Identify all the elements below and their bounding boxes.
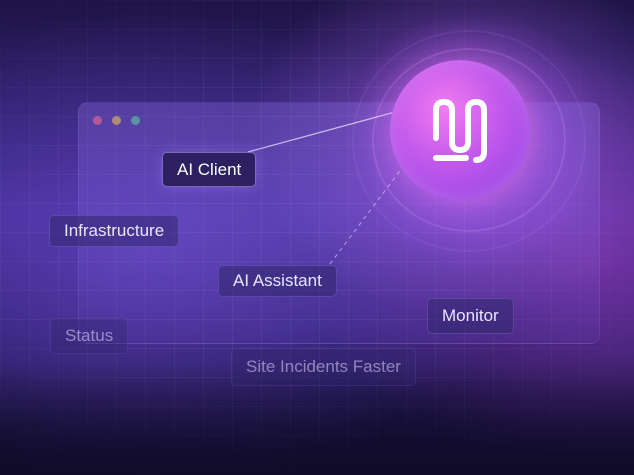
stacked-wave-logo-icon	[433, 99, 487, 163]
logo-badge	[390, 60, 530, 200]
tag-ai-assistant-label: AI Assistant	[233, 271, 322, 290]
tag-infrastructure-label: Infrastructure	[64, 221, 165, 240]
tag-ai-client[interactable]: AI Client	[162, 152, 257, 187]
tag-ai-client-label: AI Client	[177, 160, 242, 179]
tag-status-label: Status	[65, 326, 114, 345]
tag-infrastructure[interactable]: Infrastructure	[49, 215, 180, 247]
tag-monitor[interactable]: Monitor	[427, 298, 514, 334]
bottom-fade	[0, 365, 634, 475]
tag-monitor-label: Monitor	[442, 306, 499, 325]
tag-ai-assistant[interactable]: AI Assistant	[218, 265, 337, 297]
connector-ai-client	[247, 111, 396, 153]
tag-status[interactable]: Status	[50, 318, 129, 354]
